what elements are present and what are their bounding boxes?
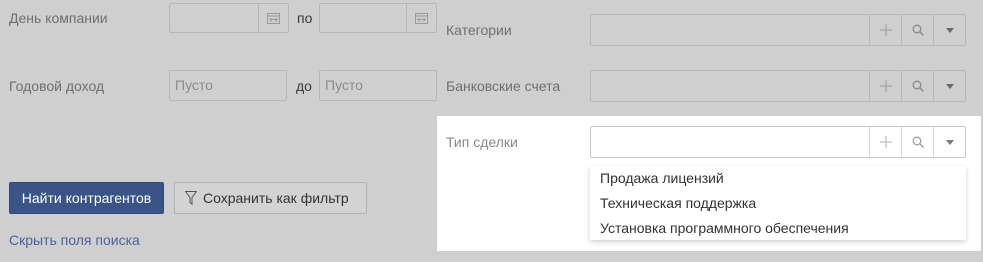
company-day-conj: по xyxy=(297,10,313,26)
company-day-from-field[interactable] xyxy=(169,3,289,33)
annual-income-conj: до xyxy=(296,78,312,94)
caret-down-icon[interactable] xyxy=(933,71,965,101)
caret-down-icon[interactable] xyxy=(933,15,965,45)
company-day-to-field[interactable] xyxy=(319,3,437,33)
deal-type-lookup[interactable] xyxy=(590,126,966,158)
save-as-filter-button[interactable]: Сохранить как фильтр xyxy=(174,182,367,214)
categories-label: Категории xyxy=(446,22,512,38)
caret-down-icon[interactable] xyxy=(933,127,965,157)
bank-accounts-label: Банковские счета xyxy=(446,78,561,94)
search-icon[interactable] xyxy=(901,71,933,101)
calendar-icon[interactable] xyxy=(258,4,288,32)
plus-icon[interactable] xyxy=(869,15,901,45)
hide-search-fields-link[interactable]: Скрыть поля поиска xyxy=(9,232,140,248)
search-icon[interactable] xyxy=(901,15,933,45)
bank-accounts-lookup[interactable] xyxy=(590,70,966,102)
save-as-filter-label: Сохранить как фильтр xyxy=(203,190,349,206)
plus-icon[interactable] xyxy=(869,127,901,157)
categories-lookup[interactable] xyxy=(590,14,966,46)
annual-income-label: Годовой доход xyxy=(9,78,105,94)
dropdown-option[interactable]: Установка программного обеспечения xyxy=(600,217,849,239)
company-day-label: День компании xyxy=(9,10,108,26)
funnel-icon xyxy=(185,191,197,205)
deal-type-label: Тип сделки xyxy=(446,134,518,150)
dropdown-option[interactable]: Продажа лицензий xyxy=(600,167,724,189)
deal-type-dropdown: Продажа лицензий Техническая поддержка У… xyxy=(590,166,966,240)
annual-income-to-input[interactable]: Пусто xyxy=(319,70,437,101)
calendar-icon[interactable] xyxy=(406,4,436,32)
plus-icon[interactable] xyxy=(869,71,901,101)
dropdown-option[interactable]: Техническая поддержка xyxy=(600,192,756,214)
search-icon[interactable] xyxy=(901,127,933,157)
annual-income-from-input[interactable]: Пусто xyxy=(169,70,287,101)
find-contractors-button[interactable]: Найти контрагентов xyxy=(9,182,164,214)
